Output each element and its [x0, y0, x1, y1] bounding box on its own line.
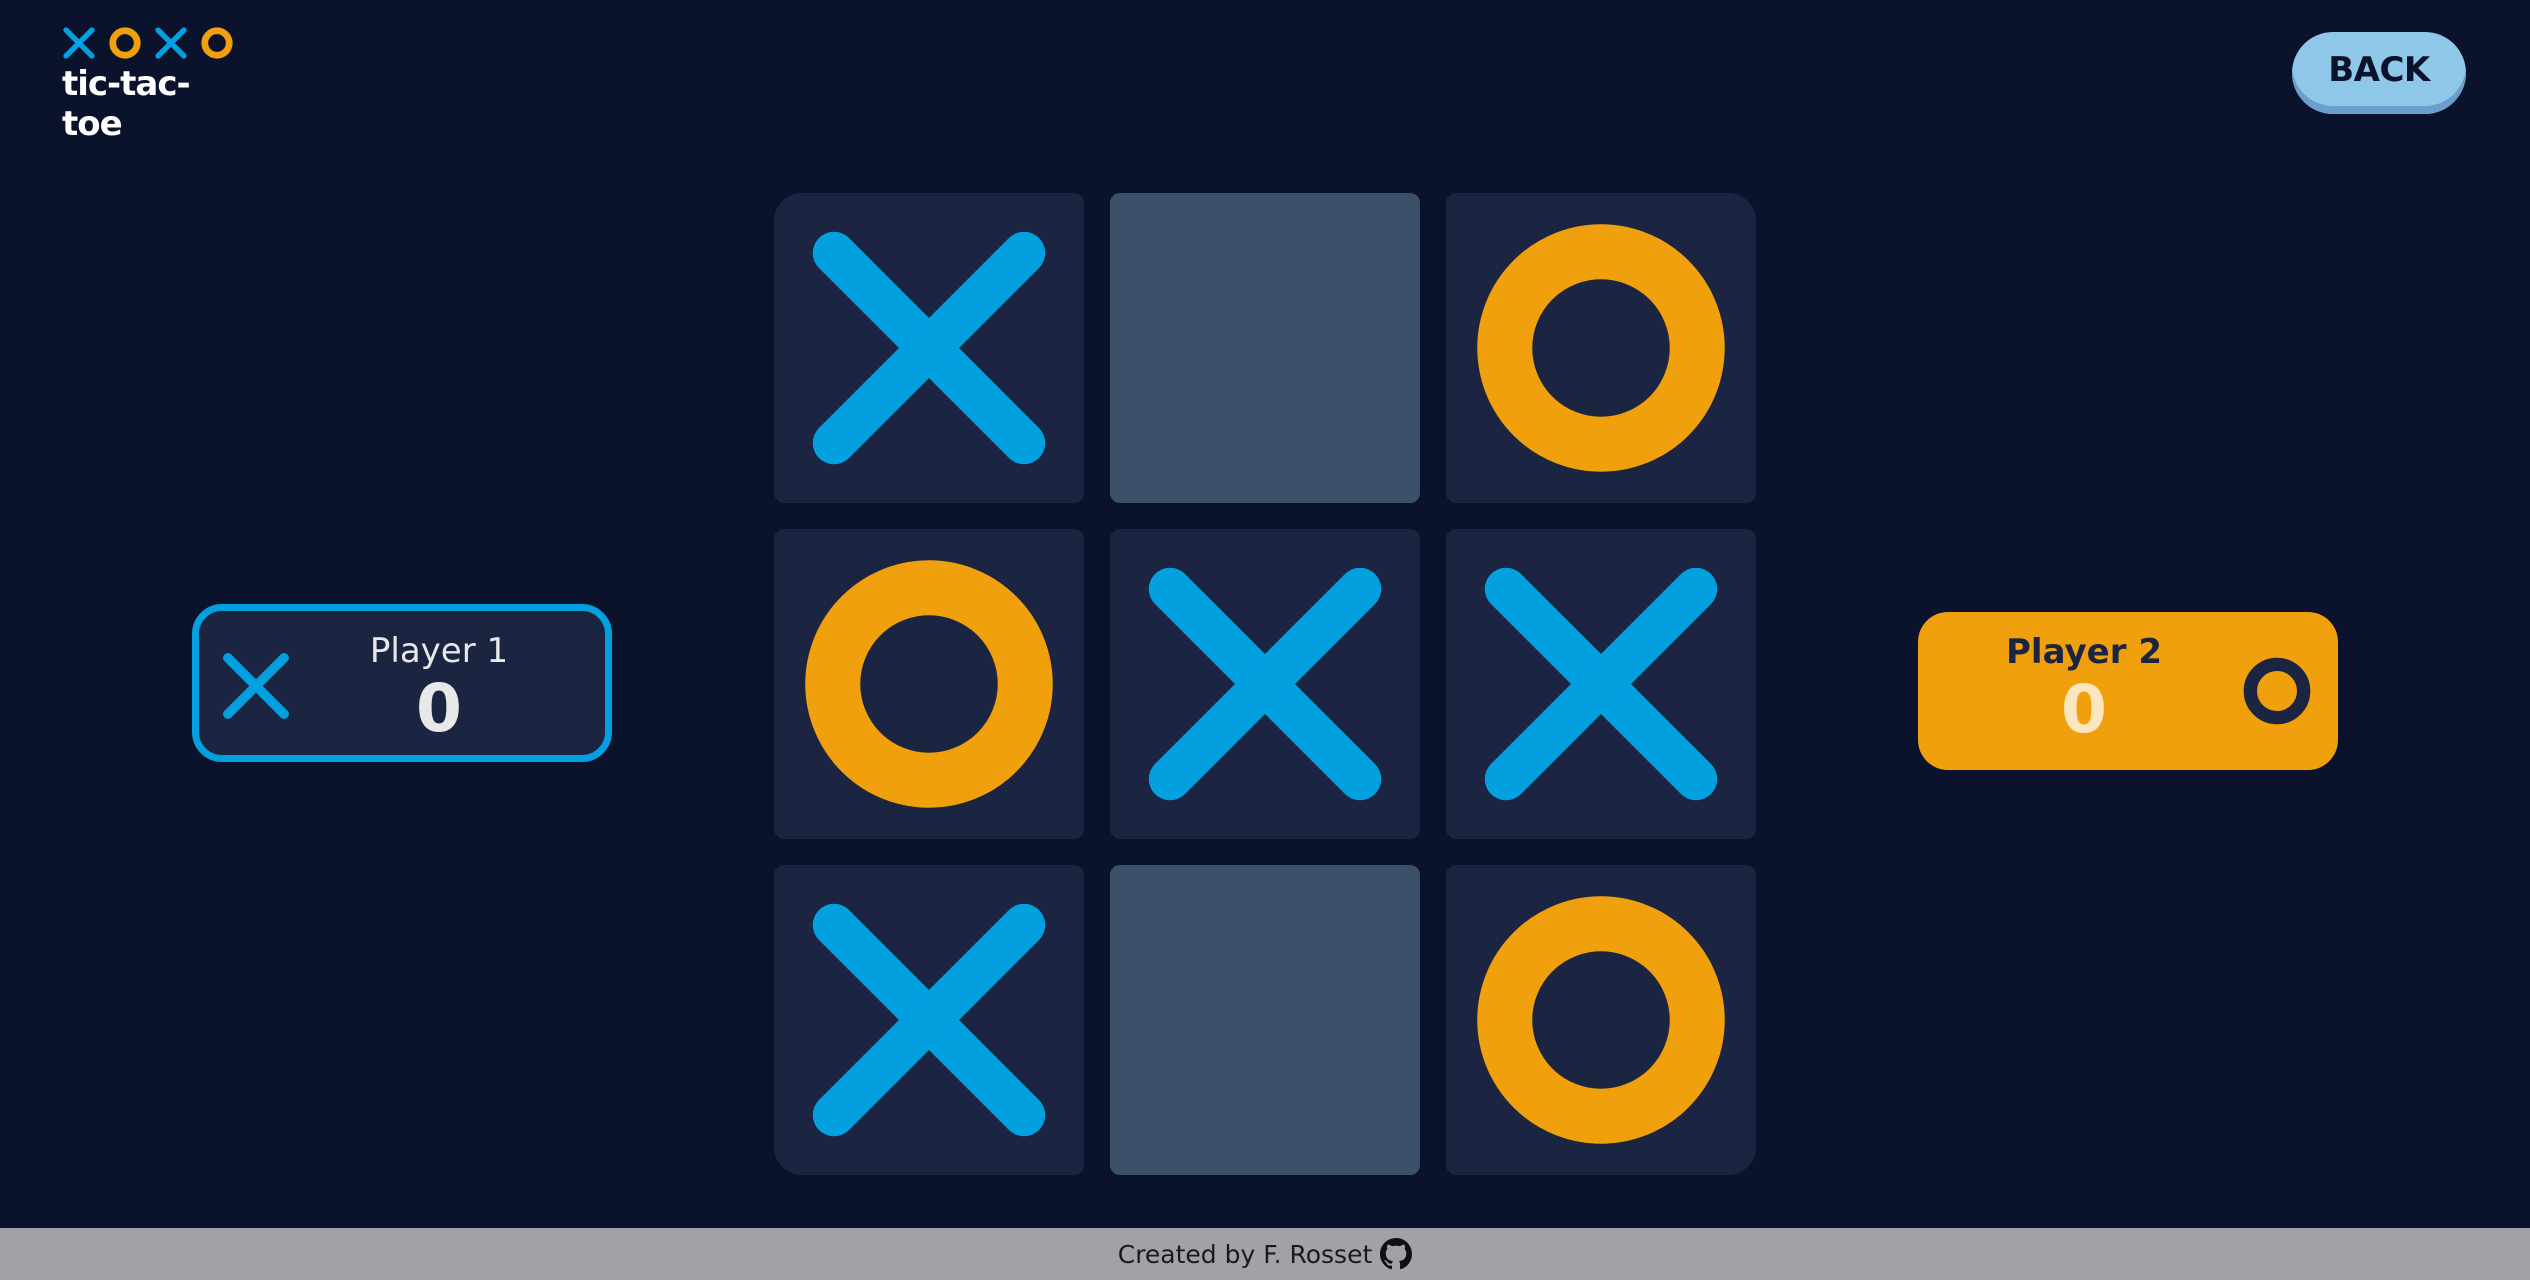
x-mark-icon	[1484, 567, 1718, 801]
back-button[interactable]: BACK	[2292, 32, 2466, 114]
footer: Created by F. Rosset	[0, 1228, 2530, 1280]
logo-o-icon	[108, 26, 142, 60]
board-cell-4[interactable]	[1110, 529, 1420, 839]
board-cell-3[interactable]	[774, 529, 1084, 839]
board-cell-8[interactable]	[1446, 865, 1756, 1175]
x-mark-icon	[1148, 567, 1382, 801]
o-mark-icon	[805, 560, 1053, 808]
player-o-svg	[2243, 657, 2311, 725]
board-cell-0[interactable]	[774, 193, 1084, 503]
player2-score: 0	[2061, 671, 2107, 748]
x-icon	[219, 649, 293, 723]
board-cell-1[interactable]	[1110, 193, 1420, 503]
board-cell-5[interactable]	[1446, 529, 1756, 839]
logo-x-icon	[154, 26, 188, 60]
logo: tic-tac-toe	[62, 24, 242, 144]
logo-o-svg	[201, 27, 233, 59]
board-cell-7[interactable]	[1110, 865, 1420, 1175]
o-mark-icon	[1477, 896, 1725, 1144]
logo-x-svg	[155, 27, 187, 59]
x-mark-icon	[812, 231, 1046, 465]
logo-x-icon	[62, 26, 96, 60]
x-mark-icon	[812, 903, 1046, 1137]
logo-text: tic-tac-toe	[62, 64, 191, 144]
footer-credit: Created by F. Rosset	[1117, 1239, 1373, 1269]
player2-name: Player 2	[2006, 632, 2162, 672]
player1-info: Player 1 0	[339, 629, 539, 745]
game-page: tic-tac-toe BACK Player 1 0 Player 2 0 C…	[0, 0, 2530, 1280]
player1-name: Player 1	[369, 631, 509, 671]
o-icon	[2240, 654, 2314, 728]
player-x-svg	[223, 653, 289, 719]
o-mark-icon	[1477, 224, 1725, 472]
board-cell-2[interactable]	[1446, 193, 1756, 503]
player2-info: Player 2 0	[1984, 630, 2184, 746]
github-icon-svg	[1380, 1238, 1413, 1270]
logo-marks	[62, 24, 242, 62]
github-icon[interactable]	[1380, 1238, 1413, 1270]
logo-o-svg	[109, 27, 141, 59]
logo-x-svg	[63, 27, 95, 59]
board-cell-6[interactable]	[774, 865, 1084, 1175]
player2-card: Player 2 0	[1918, 612, 2338, 770]
game-board	[774, 193, 1756, 1175]
player1-score: 0	[416, 670, 462, 747]
logo-o-icon	[200, 26, 234, 60]
player1-card: Player 1 0	[192, 604, 612, 762]
